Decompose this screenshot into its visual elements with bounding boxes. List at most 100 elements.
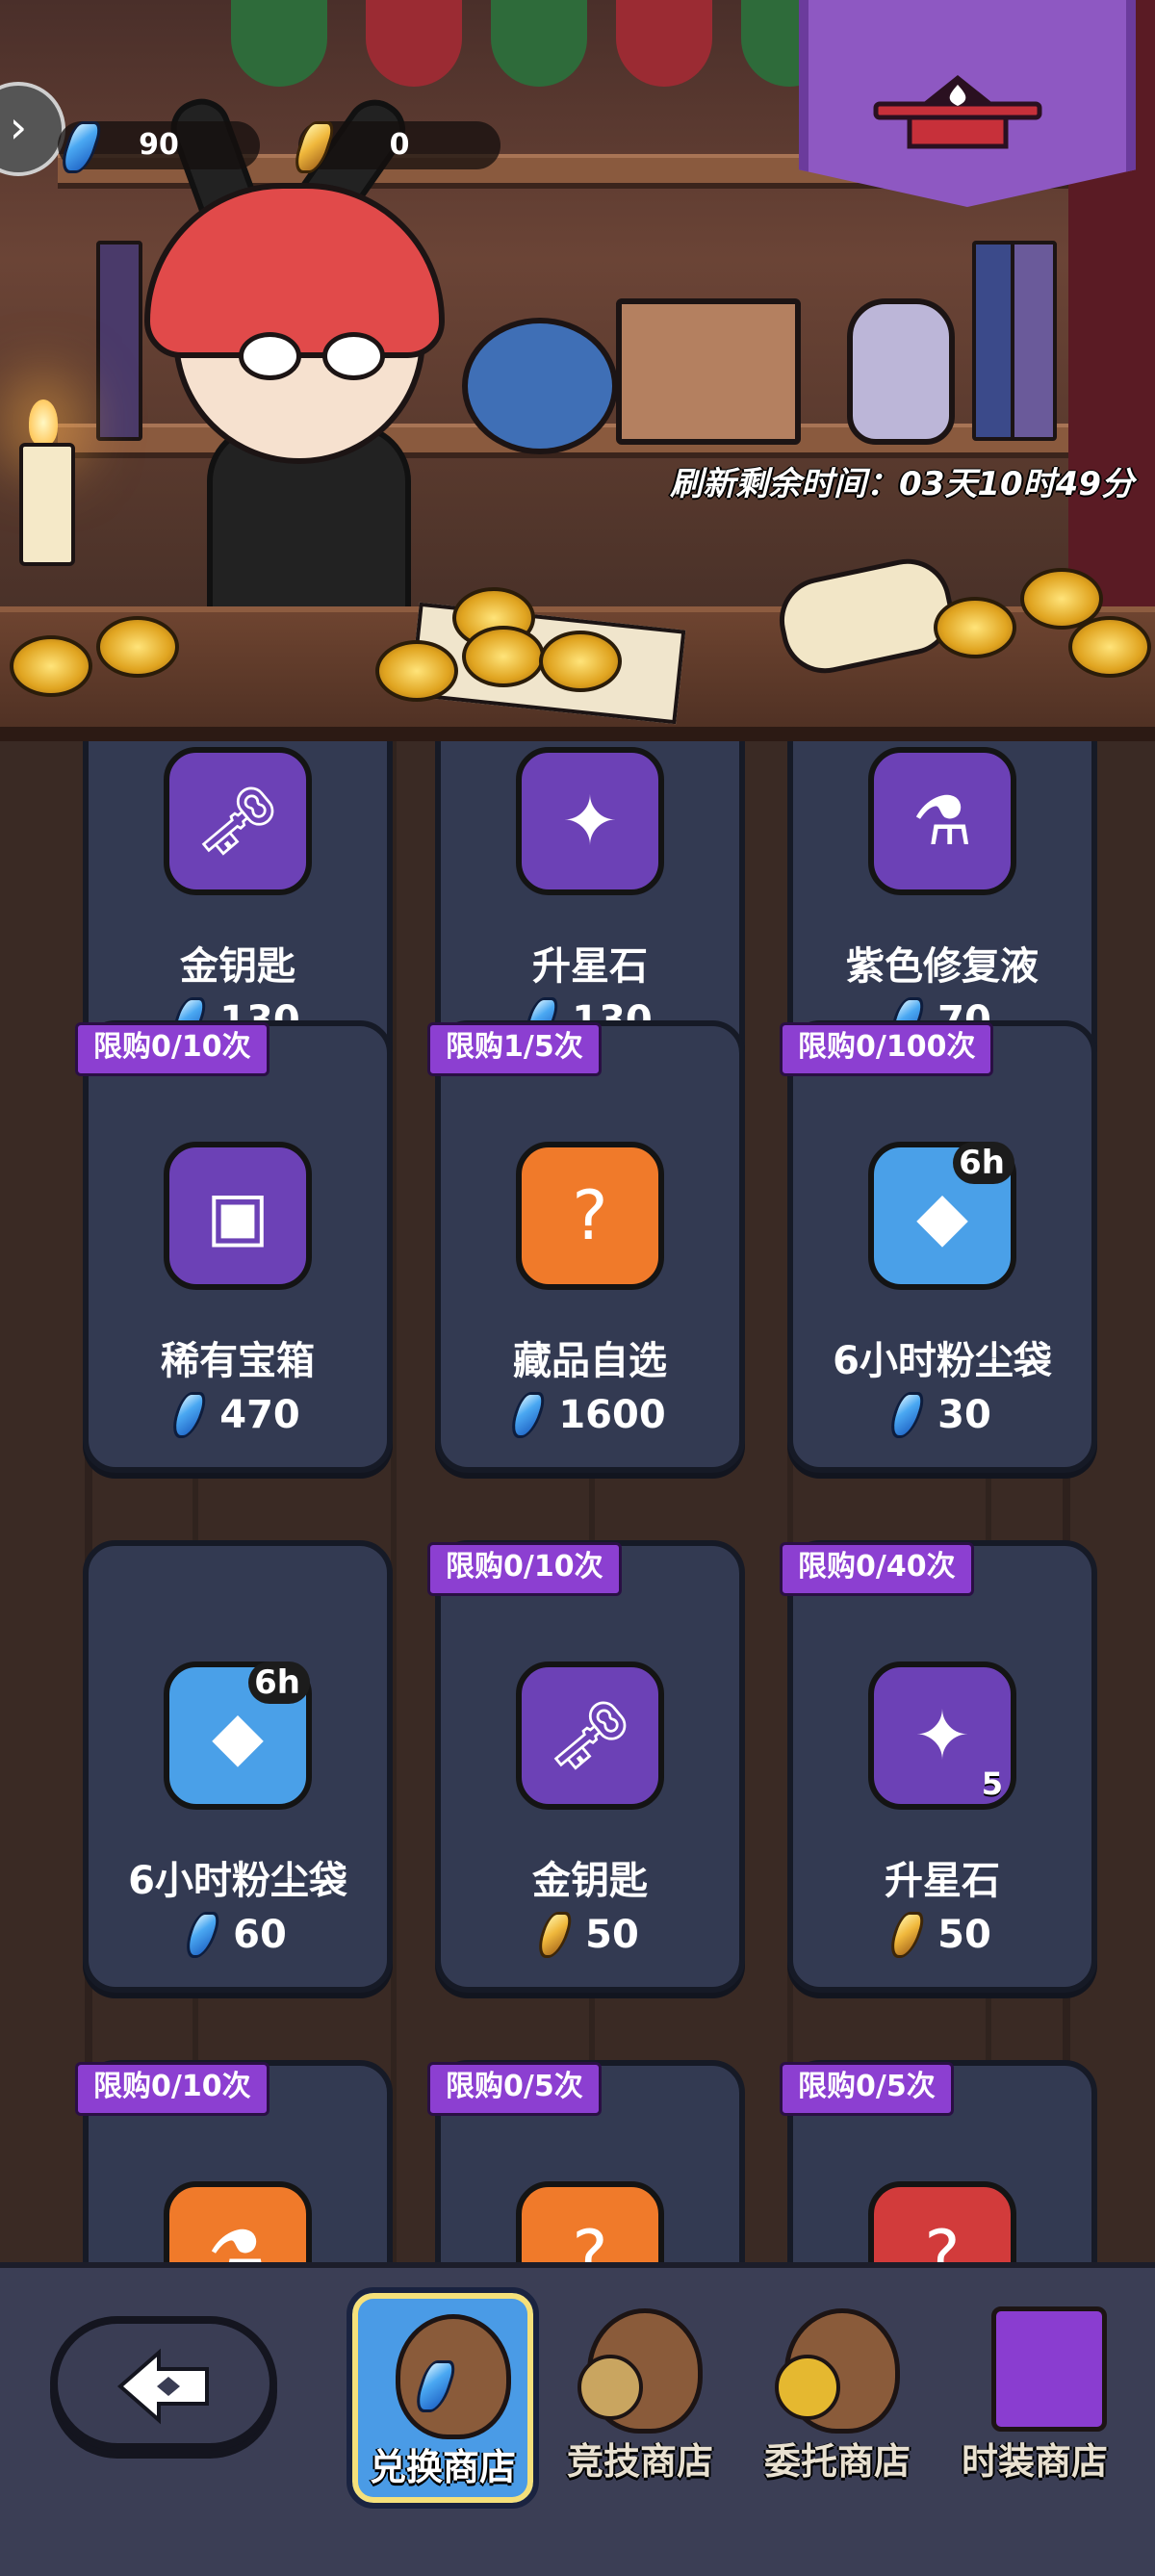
item-price: 30 (793, 1392, 1091, 1438)
shop-item-card[interactable]: 限购0/40次 ✦ 5 升星石 50 (780, 1540, 1097, 1993)
item-price: 1600 (441, 1392, 739, 1438)
item-glyph: 🗝 (547, 1695, 633, 1775)
mystery-chest-icon: ? (516, 1142, 664, 1290)
item-glyph: ? (572, 1176, 608, 1255)
book (1011, 241, 1057, 441)
coin-decoration (96, 616, 179, 678)
gold-crystal-icon (886, 1912, 928, 1958)
item-name: 6小时粉尘袋 (833, 1339, 1052, 1383)
back-button[interactable] (50, 2316, 277, 2451)
bunting-flag (366, 0, 462, 87)
bottle-decoration (847, 298, 955, 445)
coin-decoration (462, 626, 545, 687)
refresh-timer: 刷新剩余时间：03天10时49分 (670, 465, 1134, 503)
tab-fashion-shop[interactable]: 时装商店 (938, 2287, 1131, 2509)
item-price: 470 (89, 1392, 387, 1438)
item-name: 升星石 (532, 944, 648, 989)
tab-label: 时装商店 (961, 2440, 1108, 2483)
item-glyph: ? (924, 2216, 961, 2262)
item-price: 60 (89, 1912, 387, 1958)
price-value: 1600 (558, 1393, 666, 1437)
coin-decoration (1068, 616, 1151, 678)
tab-exchange-shop[interactable]: 兑换商店 (346, 2287, 539, 2509)
blue-crystal-counter: 90 (57, 121, 260, 173)
purchase-limit-badge: 限购0/10次 (75, 2062, 270, 2116)
coin-decoration (10, 635, 92, 697)
counter-edge (0, 727, 1155, 741)
item-glyph: ▣ (205, 1176, 270, 1255)
coin-decoration (934, 597, 1016, 658)
shop-item-card[interactable]: 限购1/5次? 藏品自选 1600 (427, 1020, 745, 1473)
item-name: 稀有宝箱 (161, 1339, 315, 1383)
blue-crystal-icon (506, 1392, 550, 1438)
duration-badge: 6h (248, 1662, 310, 1704)
tab-label: 竞技商店 (566, 2440, 713, 2483)
shop-item-card[interactable]: ◆ 6h 6小时粉尘袋 60 (83, 1540, 393, 1993)
book (96, 241, 142, 441)
shop-grid: 🗝金钥匙130✦升星石130⚗紫色修复液70限购0/10次▣稀有宝箱470限购1… (0, 741, 1155, 2262)
price-value: 60 (233, 1913, 287, 1957)
item-glyph: ? (572, 2216, 608, 2262)
item-name: 藏品自选 (513, 1339, 667, 1383)
bunting-flag (616, 0, 712, 87)
item-glyph: ✦ (561, 782, 619, 861)
blue-crystal-value: 90 (139, 128, 179, 162)
item-quantity: 5 (981, 1765, 1003, 1802)
gold-crystal-icon (533, 1912, 576, 1958)
star-stone-icon: ✦ (516, 747, 664, 895)
item-glyph: 🗝 (194, 781, 281, 861)
shop-item-card[interactable]: 限购0/10次 ⚗ (75, 2060, 393, 2262)
shop-item-card[interactable]: 限购0/10次 ▣ 稀有宝箱 470 (75, 1020, 393, 1473)
candle-flame (29, 399, 58, 446)
item-price: 50 (793, 1912, 1091, 1958)
shop-item-card[interactable]: 限购0/100次 ◆ 6h 6小时粉尘袋 30 (780, 1020, 1097, 1473)
key-icon: 🗝 (516, 1662, 664, 1810)
shopkeeper-eye (239, 332, 301, 380)
item-name: 6小时粉尘袋 (128, 1859, 347, 1903)
gift-box-decoration (616, 298, 801, 445)
purchase-limit-badge: 限购0/5次 (780, 2062, 954, 2116)
candle (19, 443, 75, 566)
shop-item-card[interactable]: 限购0/5次? (780, 2060, 1097, 2262)
back-arrow-icon (116, 2348, 209, 2425)
item-glyph: ⚗ (207, 2216, 269, 2262)
chest-icon: ▣ (164, 1142, 312, 1290)
tab-arena-shop[interactable]: 竞技商店 (544, 2287, 736, 2509)
exit-icon[interactable]: › (0, 82, 65, 176)
coin-decoration (539, 631, 622, 692)
dust-bag-icon: ◆ 6h (164, 1662, 312, 1810)
purchase-limit-badge: 限购1/5次 (427, 1022, 602, 1076)
price-value: 30 (937, 1393, 991, 1437)
item-glyph: ⚗ (911, 782, 973, 861)
potion-icon: ⚗ (868, 747, 1016, 895)
purchase-limit-badge: 限购0/40次 (780, 1542, 974, 1596)
tab-label: 委托商店 (763, 2440, 911, 2483)
item-name: 金钥匙 (180, 944, 295, 989)
tab-label: 兑换商店 (369, 2446, 516, 2488)
shopkeeper-hair (144, 183, 445, 358)
item-name: 金钥匙 (532, 1859, 648, 1903)
potion-icon: ⚗ (164, 2181, 312, 2262)
wardrobe-icon (991, 2306, 1107, 2432)
helmet-emblem-icon (578, 2355, 643, 2420)
bottom-nav: 兑换商店 竞技商店 委托商店 时装商店 (0, 2262, 1155, 2576)
blue-crystal-icon (886, 1392, 928, 1438)
blue-crystal-icon (167, 1392, 211, 1438)
bunting-flag (231, 0, 327, 87)
purchase-limit-badge: 限购0/10次 (427, 1542, 622, 1596)
shop-item-card[interactable]: 限购0/5次? (427, 2060, 745, 2262)
tab-commission-shop[interactable]: 委托商店 (741, 2287, 934, 2509)
gold-crystal-counter: 0 (290, 121, 500, 173)
shop-item-card[interactable]: 限购0/10次 🗝 金钥匙 50 (427, 1540, 745, 1993)
item-name: 升星石 (885, 1859, 1000, 1903)
price-value: 50 (585, 1913, 639, 1957)
item-name: 紫色修复液 (846, 944, 1039, 989)
shopkeeper-eye (322, 332, 385, 380)
mystery-chest-icon: ? (516, 2181, 664, 2262)
mystery-chest-icon: ? (868, 2181, 1016, 2262)
shop-header-scene: › 90 0 刷新剩余时间：03天10时49分 (0, 0, 1155, 741)
coin-decoration (375, 640, 458, 702)
purchase-limit-badge: 限购0/5次 (427, 2062, 602, 2116)
shop-cart-icon (873, 75, 1042, 149)
gold-crystal-value: 0 (389, 128, 410, 162)
